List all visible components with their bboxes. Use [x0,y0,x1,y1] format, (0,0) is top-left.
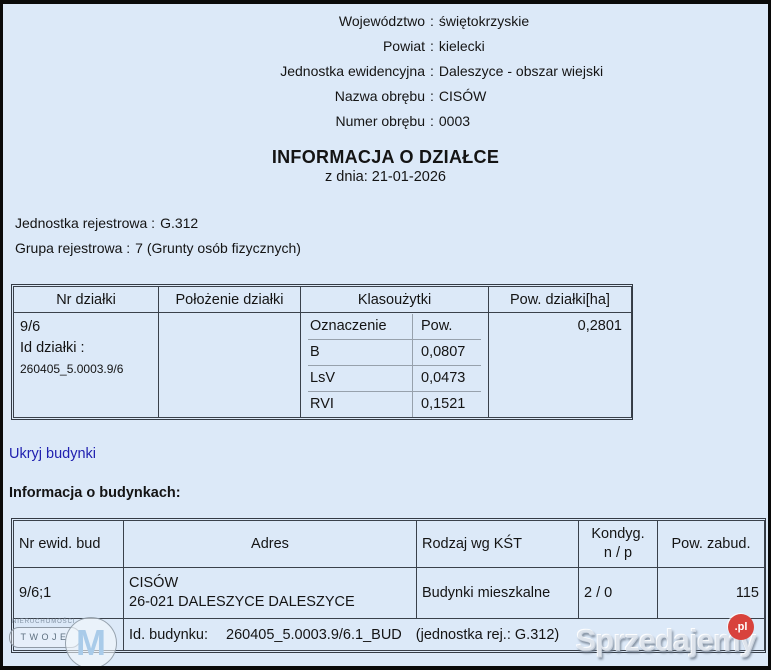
info-separator: : [430,34,434,59]
info-label: Numer obrębu [3,109,425,134]
info-label: Nazwa obrębu [3,84,425,109]
landuse-code: B [308,340,413,366]
registry-unit-row: Jednostka rejestrowa : G.312 [15,211,768,236]
info-row-nazwa-obrebu: Nazwa obrębu:CISÓW [3,84,768,109]
page-title: INFORMACJA O DZIAŁCE [3,147,768,168]
buildings-data-row: 9/6;1 CISÓW 26-021 DALESZYCE DALESZYCE B… [14,568,765,619]
registry-block: Jednostka rejestrowa : G.312 Grupa rejest… [15,211,768,261]
info-row-wojewodztwo: Województwo:świętokrzyskie [3,9,768,34]
info-separator: : [430,84,434,109]
landuse-header-pow: Pow. [413,314,482,340]
landuse-row: B 0,0807 [308,340,481,366]
plot-table-data-row: 9/6 Id działki : 260405_5.0003.9/6 Oznac… [14,313,632,418]
info-separator: : [430,109,434,134]
building-address: CISÓW 26-021 DALESZYCE DALESZYCE [124,568,417,619]
pl-badge-icon: .pl [728,614,754,640]
buildings-header-adres: Adres [124,521,417,568]
watermark-nieruchomosci-text: NIERUCHOMOŚCI [12,619,75,625]
info-value: świętokrzyskie [439,9,529,34]
buildings-header-kondygnacje: Kondyg. n / p [579,521,658,568]
building-address-line1: CISÓW [129,574,411,593]
plot-location-cell [159,313,301,418]
info-value: CISÓW [439,84,486,109]
info-row-numer-obrebu: Numer obrębu:0003 [3,109,768,134]
landuse-code: LsV [308,366,413,392]
sprzedajemy-watermark: Sprzedajemy .pl [576,612,766,667]
building-address-line2: 26-021 DALESZYCE DALESZYCE [129,593,411,612]
plot-table-header-row: Nr działki Położenie działki Klasoużytki… [14,287,632,313]
info-label: Jednostka ewidencyjna [3,59,425,84]
plot-total-area: 0,2801 [489,313,632,418]
landuse-code: RVI [308,392,413,418]
landuse-area: 0,0473 [413,366,482,392]
info-value: Daleszyce - obszar wiejski [439,59,603,84]
buildings-heading: Informacja o budynkach: [9,485,768,501]
landuse-table: Oznaczenie Pow. B 0,0807 LsV 0,0473 RV [308,314,481,417]
plot-header-polozenie: Położenie działki [159,287,301,313]
info-value: 0003 [439,109,470,134]
landuse-area: 0,0807 [413,340,482,366]
plot-table: Nr działki Położenie działki Klasoużytki… [11,284,633,420]
buildings-header-kondyg-line1: Kondyg. [584,525,652,544]
registry-unit-value: G.312 [160,215,198,231]
building-number: 9/6;1 [14,568,124,619]
info-value: kielecki [439,34,485,59]
landuse-row: RVI 0,1521 [308,392,481,418]
plot-header-pow-dzialki: Pow. działki[ha] [489,287,632,313]
region-info-block: Województwo:świętokrzyskie Powiat:kielec… [3,9,768,134]
buildings-header-row: Nr ewid. bud Adres Rodzaj wg KŚT Kondyg.… [14,521,765,568]
buildings-header-rodzaj: Rodzaj wg KŚT [417,521,579,568]
plot-id-label: Id działki : [20,338,152,359]
building-id-label: Id. budynku: [129,627,208,643]
date-subtitle: z dnia: 21-01-2026 [3,169,768,185]
building-type: Budynki mieszkalne [417,568,579,619]
info-label: Powiat [3,34,425,59]
plot-number-cell: 9/6 Id działki : 260405_5.0003.9/6 [14,313,159,418]
registry-group-row: Grupa rejestrowa : 7 (Grunty osób fizyczn… [15,236,768,261]
landuse-row: LsV 0,0473 [308,366,481,392]
plot-header-nr-dzialki: Nr działki [14,287,159,313]
buildings-header-kondyg-line2: n / p [584,544,652,563]
registry-group-label: Grupa rejestrowa : [15,236,130,261]
info-label: Województwo [3,9,425,34]
watermark-m-logo-icon: M [65,617,117,669]
building-id-registry-ref: (jednostka rej.: G.312) [416,627,559,643]
info-row-jednostka-ewidencyjna: Jednostka ewidencyjna:Daleszyce - obszar… [3,59,768,84]
buildings-header-pow-zabud: Pow. zabud. [658,521,765,568]
plot-number: 9/6 [20,317,152,338]
registry-group-value: 7 (Grunty osób fizycznych) [135,240,301,256]
document-page: Województwo:świętokrzyskie Powiat:kielec… [0,0,771,670]
landuse-area: 0,1521 [413,392,482,418]
plot-landuse-cell: Oznaczenie Pow. B 0,0807 LsV 0,0473 RV [301,313,489,418]
building-floors: 2 / 0 [579,568,658,619]
buildings-header-nr: Nr ewid. bud [14,521,124,568]
plot-header-klasouzytki: Klasoużytki [301,287,489,313]
building-area: 115 [658,568,765,619]
info-separator: : [430,59,434,84]
landuse-header-row: Oznaczenie Pow. [308,314,481,340]
info-separator: : [430,9,434,34]
hide-buildings-link[interactable]: Ukryj budynki [9,446,96,462]
registry-unit-label: Jednostka rejestrowa : [15,215,155,231]
landuse-header-oznaczenie: Oznaczenie [308,314,413,340]
info-row-powiat: Powiat:kielecki [3,34,768,59]
building-id-value: 260405_5.0003.9/6.1_BUD [226,627,402,643]
plot-id-value: 260405_5.0003.9/6 [20,359,152,380]
twoje-nieruchomosci-watermark: NIERUCHOMOŚCI TWOJE M [9,616,124,670]
